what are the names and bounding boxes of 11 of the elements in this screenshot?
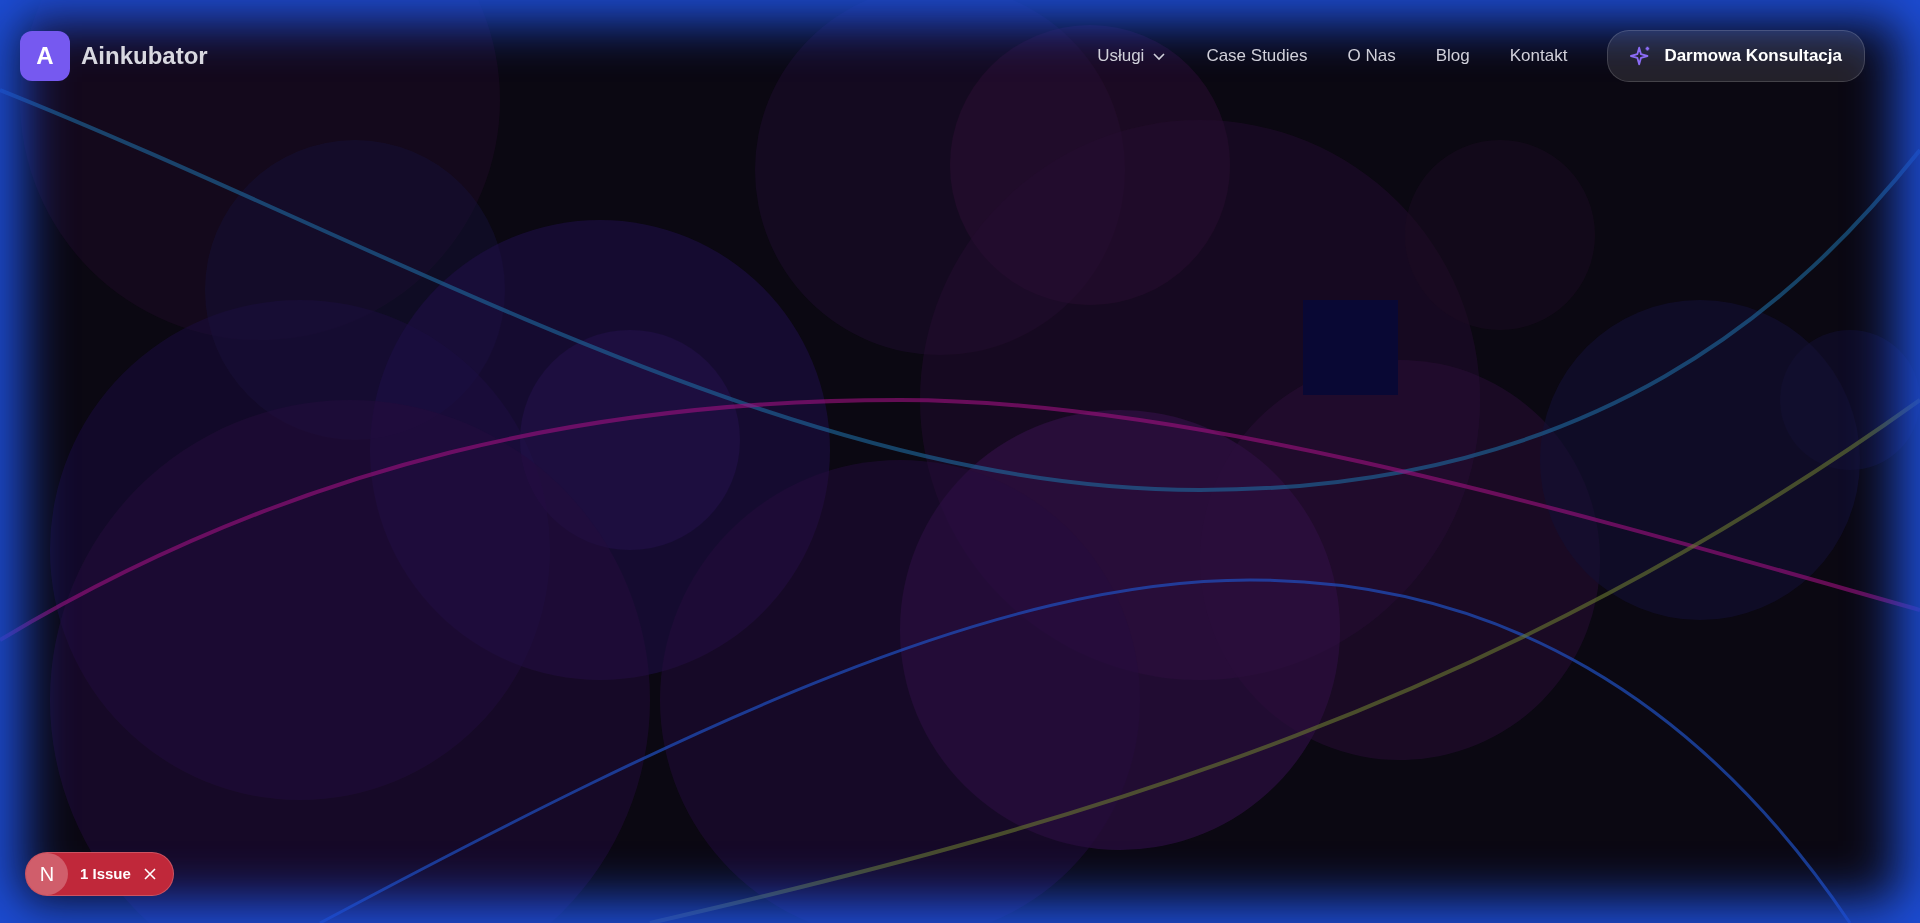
nav-dropdown[interactable]: Usługi	[1097, 43, 1167, 69]
issues-badge[interactable]: N 1 Issue	[25, 852, 174, 896]
nav-link[interactable]: Kontakt	[1509, 43, 1568, 69]
close-icon[interactable]	[142, 867, 157, 881]
nav-link[interactable]: Case Studies	[1206, 43, 1308, 69]
consultation-button[interactable]: Darmowa Konsultacja	[1607, 30, 1865, 82]
framework-logo: N	[26, 853, 68, 895]
brand-name[interactable]: Ainkubator	[81, 38, 208, 74]
nav-link[interactable]: O Nas	[1347, 43, 1396, 69]
logo-icon[interactable]: A	[20, 31, 70, 81]
nav-link[interactable]: Blog	[1435, 43, 1470, 69]
